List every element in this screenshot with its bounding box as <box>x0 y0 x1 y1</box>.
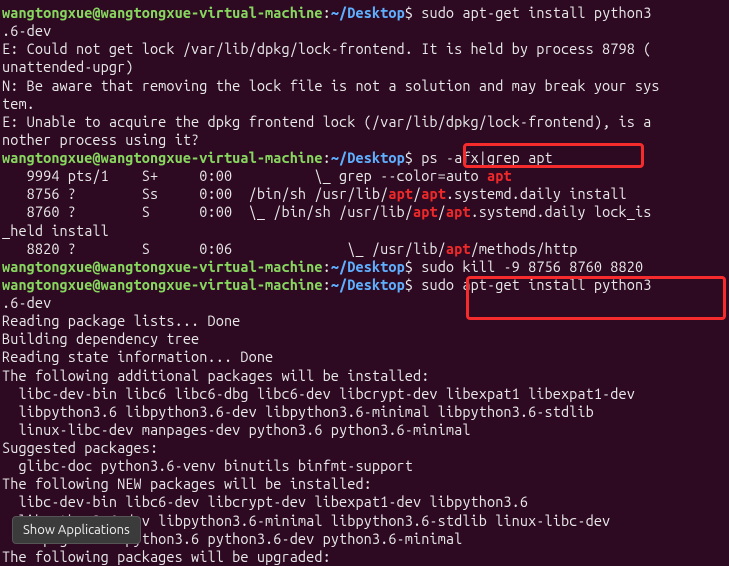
apt-highlight: apt <box>446 203 471 220</box>
error-line: E: Could not get lock /var/lib/dpkg/lock… <box>2 40 727 58</box>
ps-output-row: 8756 ? Ss 0:00 /bin/sh /usr/lib/apt/apt.… <box>2 185 727 203</box>
prompt-line-3: wangtongxue@wangtongxue-virtual-machine:… <box>2 258 727 276</box>
command-text: sudo apt-get install python3 <box>413 4 651 21</box>
cwd-path: ~/Desktop <box>331 258 405 275</box>
command-continuation: .6-dev <box>2 294 727 312</box>
apt-output: linux-libc-dev manpages-dev python3.6 py… <box>2 421 727 439</box>
error-line: unattended-upgr) <box>2 58 727 76</box>
command-continuation: .6-dev <box>2 22 727 40</box>
note-line: tem. <box>2 95 727 113</box>
apt-output: The following additional packages will b… <box>2 367 727 385</box>
apt-output: The following packages will be upgraded: <box>2 548 727 566</box>
apt-output: Reading package lists... Done <box>2 312 727 330</box>
apt-output: libpython3.6 libpython3.6-dev libpython3… <box>2 403 727 421</box>
user-host: wangtongxue@wangtongxue-virtual-machine <box>2 258 323 275</box>
apt-output: Reading state information... Done <box>2 348 727 366</box>
apt-output: The following NEW packages will be insta… <box>2 475 727 493</box>
ps-output-row: 8820 ? S 0:06 \_ /usr/lib/apt/methods/ht… <box>2 240 727 258</box>
apt-output: libc-dev-bin libc6 libc6-dbg libc6-dev l… <box>2 385 727 403</box>
apt-output: glibc-doc python3.6-venv binutils binfmt… <box>2 457 727 475</box>
apt-highlight: apt <box>421 185 446 202</box>
user-host: wangtongxue@wangtongxue-virtual-machine <box>2 149 323 166</box>
ps-output-row: 8760 ? S 0:00 \_ /bin/sh /usr/lib/apt/ap… <box>2 203 727 221</box>
command-text: sudo apt-get install python3 <box>413 276 651 293</box>
prompt-line-1: wangtongxue@wangtongxue-virtual-machine:… <box>2 4 727 22</box>
prompt-line-2: wangtongxue@wangtongxue-virtual-machine:… <box>2 149 727 167</box>
ps-output-row: 9994 pts/1 S+ 0:00 \_ grep --color=auto … <box>2 167 727 185</box>
apt-output: libc-dev-bin libc6-dev libcrypt-dev libe… <box>2 493 727 511</box>
apt-highlight: apt <box>446 240 471 257</box>
apt-highlight: apt <box>413 203 438 220</box>
prompt-line-4: wangtongxue@wangtongxue-virtual-machine:… <box>2 276 727 294</box>
user-host: wangtongxue@wangtongxue-virtual-machine <box>2 276 323 293</box>
cwd-path: ~/Desktop <box>331 149 405 166</box>
command-text: ps -afx|grep apt <box>413 149 553 166</box>
show-applications-tooltip: Show Applications <box>12 516 141 544</box>
cwd-path: ~/Desktop <box>331 276 405 293</box>
terminal-content[interactable]: wangtongxue@wangtongxue-virtual-machine:… <box>2 4 727 566</box>
error-line: E: Unable to acquire the dpkg frontend l… <box>2 113 727 131</box>
apt-output: Building dependency tree <box>2 330 727 348</box>
cwd-path: ~/Desktop <box>331 4 405 21</box>
error-line: nother process using it? <box>2 131 727 149</box>
user-host: wangtongxue@wangtongxue-virtual-machine <box>2 4 323 21</box>
ps-output-row: _held install <box>2 222 727 240</box>
apt-highlight: apt <box>487 167 512 184</box>
apt-highlight: apt <box>388 185 413 202</box>
note-line: N: Be aware that removing the lock file … <box>2 77 727 95</box>
command-text: sudo kill -9 8756 8760 8820 <box>413 258 643 275</box>
apt-output: Suggested packages: <box>2 439 727 457</box>
